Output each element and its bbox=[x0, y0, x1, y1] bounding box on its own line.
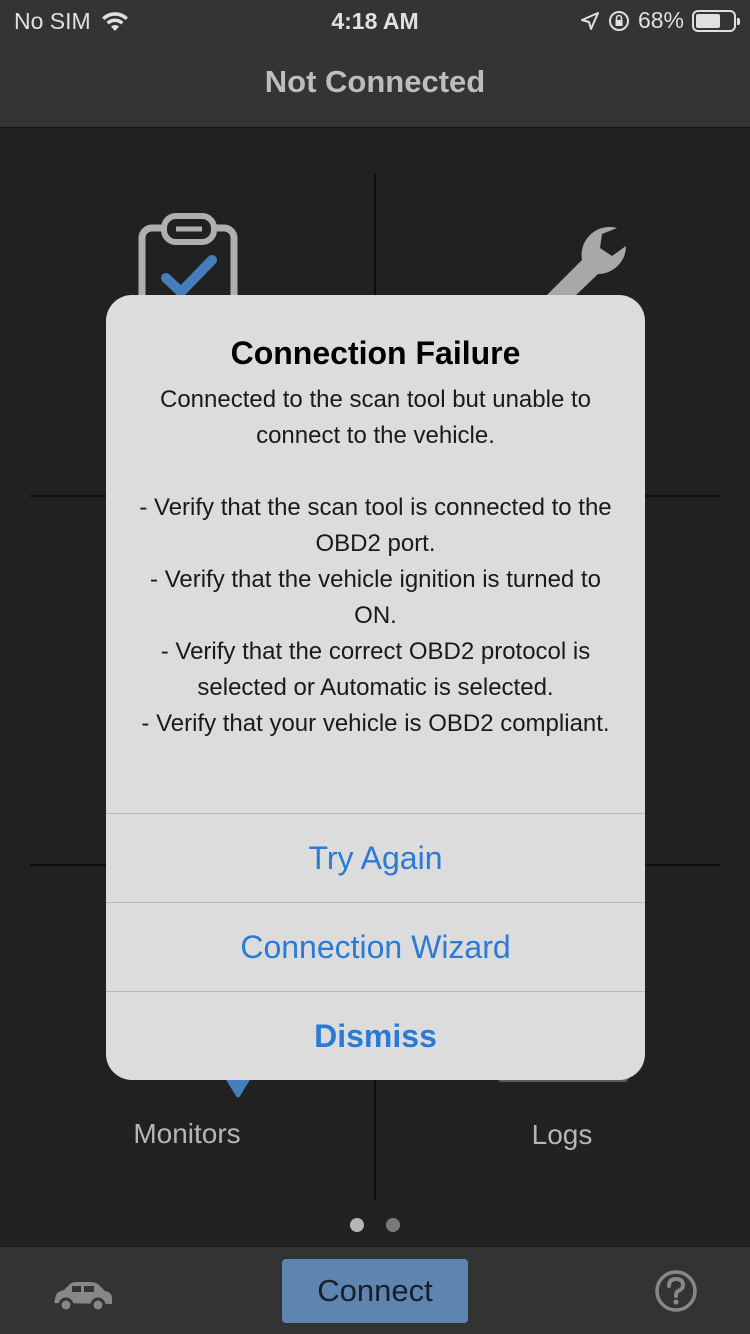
alert-actions: Try Again Connection Wizard Dismiss bbox=[106, 813, 645, 1080]
connection-failure-alert: Connection Failure Connected to the scan… bbox=[106, 295, 645, 1080]
connection-wizard-button[interactable]: Connection Wizard bbox=[106, 902, 645, 991]
alert-title: Connection Failure bbox=[230, 335, 521, 371]
try-again-button[interactable]: Try Again bbox=[106, 813, 645, 902]
dismiss-button[interactable]: Dismiss bbox=[106, 991, 645, 1080]
alert-message: Connected to the scan tool but unable to… bbox=[139, 386, 612, 737]
